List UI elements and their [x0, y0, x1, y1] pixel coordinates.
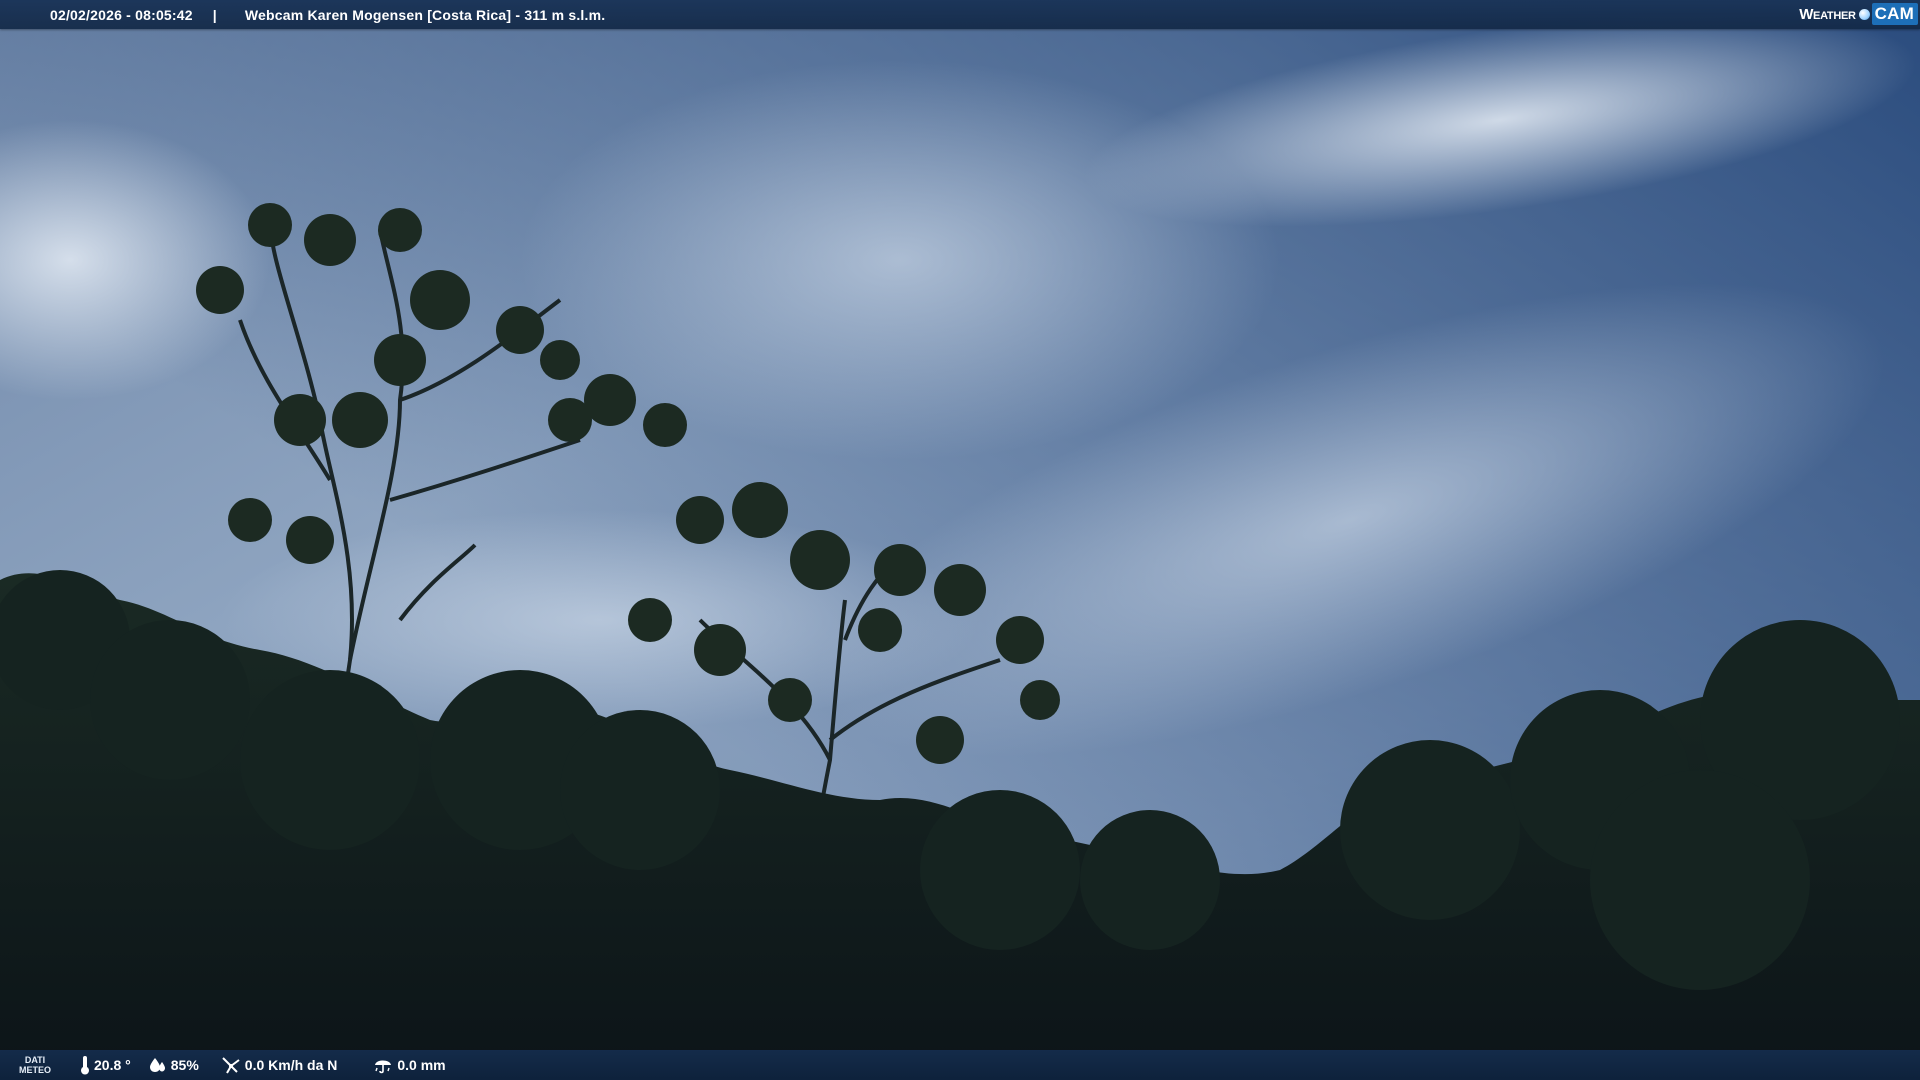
- temperature-value: 20.8 °: [94, 1057, 131, 1073]
- camera-title: Webcam Karen Mogensen [Costa Rica] - 311…: [244, 6, 606, 23]
- logo-weather-text: Weather: [1799, 5, 1856, 23]
- logo-globe-icon: [1858, 8, 1870, 20]
- rain-reading: 0.0 mm: [373, 1055, 446, 1075]
- weather-data-bar: DATI METEO 20.8 ° 85% 0.0 Km/h da N 0.0 …: [0, 1050, 1920, 1080]
- rain-value: 0.0 mm: [397, 1057, 446, 1073]
- meteo-label-line2: METEO: [18, 1065, 51, 1075]
- logo-cam-text: CAM: [1871, 3, 1918, 25]
- meteo-label-line1: DATI: [24, 1055, 46, 1065]
- humidity-value: 85%: [170, 1057, 199, 1073]
- datetime-label: 02/02/2026 - 08:05:42: [50, 6, 193, 23]
- temperature-reading: 20.8 °: [80, 1055, 131, 1075]
- header-separator: |: [212, 6, 217, 23]
- meteo-label: DATI METEO: [0, 1055, 70, 1075]
- wind-reading: 0.0 Km/h da N: [221, 1055, 338, 1075]
- weathercam-logo: Weather CAM: [1799, 2, 1918, 26]
- webcam-image: [0, 0, 1920, 1080]
- header-bar: 02/02/2026 - 08:05:42 | Webcam Karen Mog…: [0, 0, 1920, 29]
- thermometer-icon: [81, 1056, 89, 1075]
- wind-icon: [222, 1057, 240, 1074]
- humidity-reading: 85%: [149, 1056, 199, 1074]
- wind-value: 0.0 Km/h da N: [244, 1057, 338, 1073]
- rain-umbrella-icon: [375, 1060, 392, 1074]
- humidity-drop-icon: [149, 1058, 165, 1072]
